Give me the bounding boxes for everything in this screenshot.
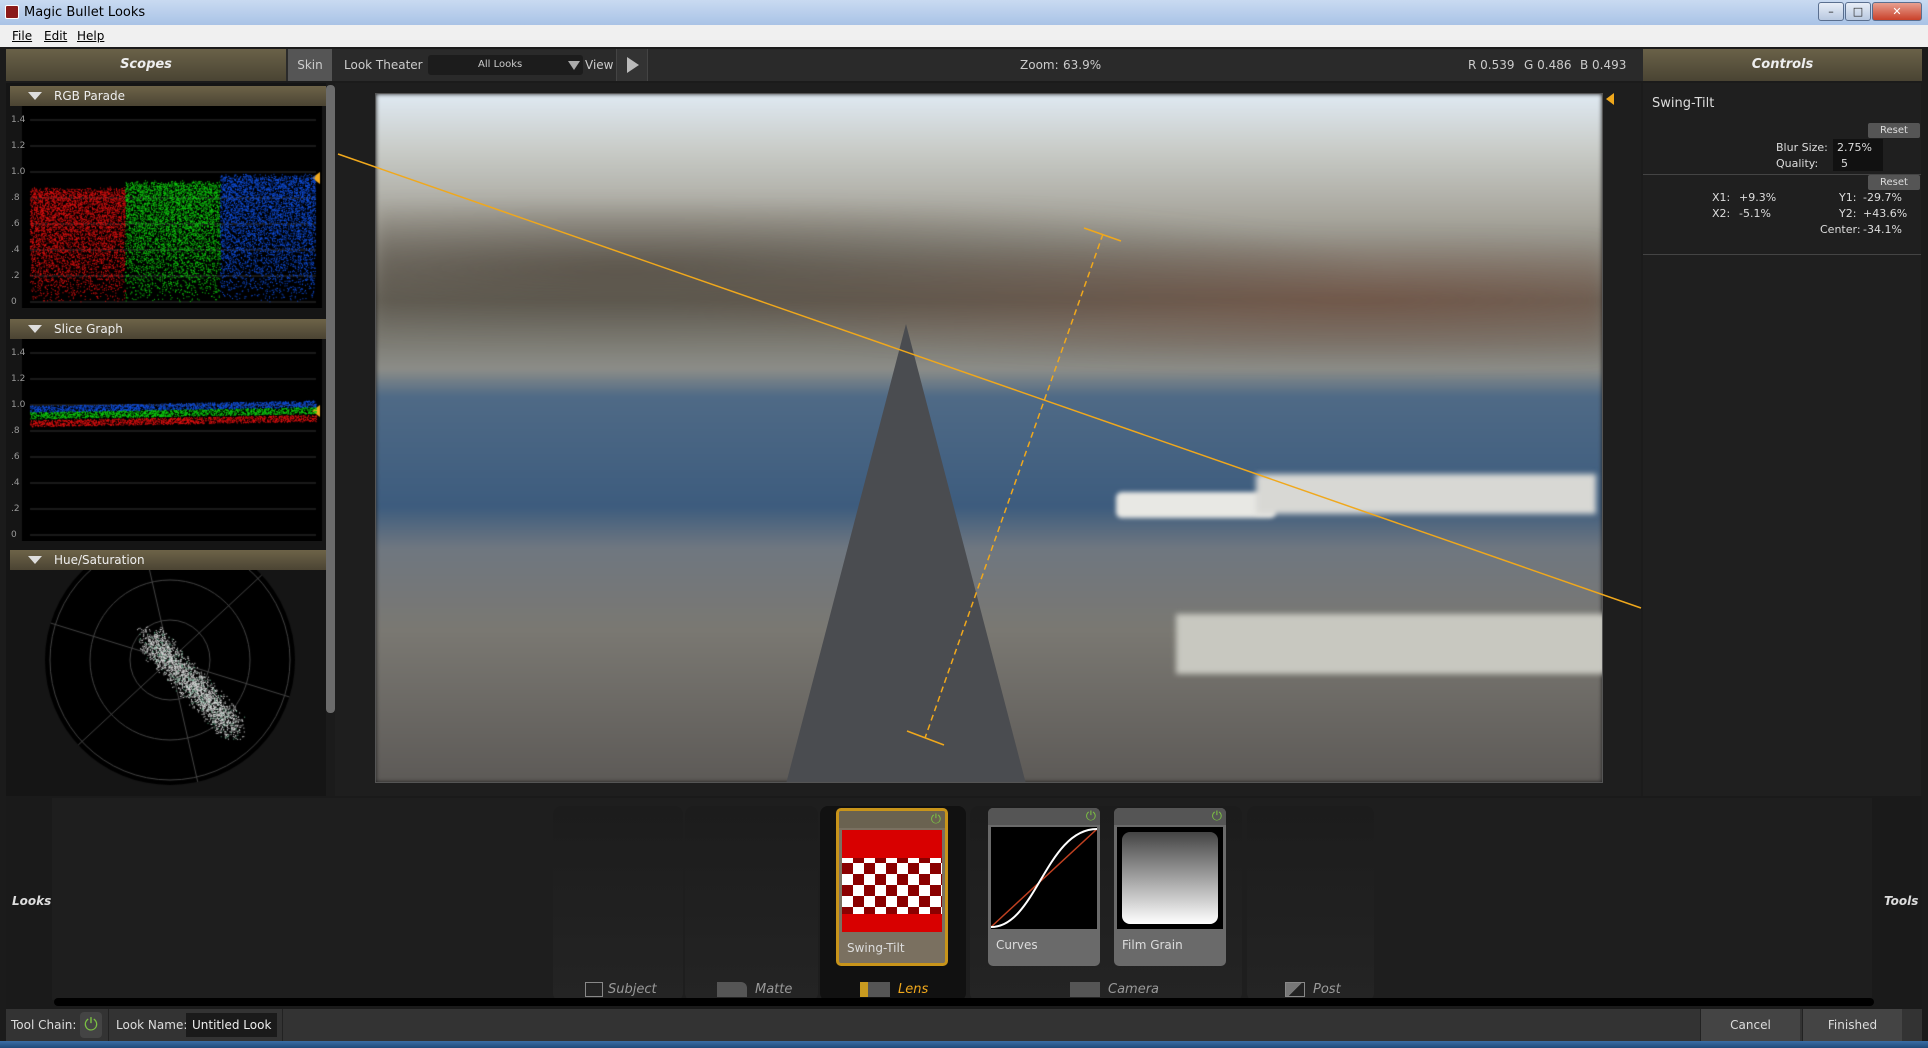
- camera-icon: [1070, 982, 1100, 997]
- column-subject-label: Subject: [585, 982, 657, 997]
- x1-value[interactable]: +9.3%: [1739, 191, 1776, 204]
- column-matte-label: Matte: [717, 982, 792, 997]
- os-taskbar: [0, 1041, 1928, 1048]
- column-subject[interactable]: Subject: [553, 806, 683, 1001]
- card-name: Film Grain: [1122, 938, 1183, 952]
- look-name-label: Look Name:: [116, 1018, 188, 1032]
- x2-value[interactable]: -5.1%: [1739, 207, 1771, 220]
- card-header: [839, 811, 945, 828]
- film-grain-thumbnail: [1117, 827, 1223, 929]
- subject-text: Subject: [608, 982, 657, 997]
- center-value[interactable]: -34.1%: [1863, 223, 1902, 236]
- tool-chain-area: Looks Tools Subject Matte Lens Camera Po…: [6, 796, 1922, 1009]
- lens-icon: [860, 982, 890, 997]
- tool-chain-label: Tool Chain:: [11, 1018, 77, 1032]
- x2-label: X2:: [1712, 207, 1731, 220]
- tilt-axis-line[interactable]: [924, 233, 1104, 739]
- post-text: Post: [1313, 982, 1341, 997]
- blur-size-label: Blur Size:: [1776, 141, 1828, 154]
- card-header: [988, 808, 1100, 825]
- quality-field[interactable]: 5: [1833, 155, 1883, 171]
- tilt-handle-bottom[interactable]: [906, 730, 945, 746]
- matte-text: Matte: [755, 982, 793, 997]
- reset-button-blur[interactable]: Reset: [1868, 123, 1920, 138]
- card-name: Curves: [996, 938, 1038, 952]
- card-header: [1114, 808, 1226, 825]
- tool-card-curves[interactable]: ⏻ Curves: [988, 808, 1100, 966]
- power-icon[interactable]: ⏻: [931, 812, 941, 827]
- camera-icon: [717, 982, 747, 997]
- looks-drawer-tab[interactable]: Looks: [12, 894, 51, 908]
- y2-label: Y2:: [1839, 207, 1857, 220]
- center-label: Center:: [1820, 223, 1861, 236]
- tilt-handle-top[interactable]: [1083, 227, 1122, 242]
- post-icon: [1285, 982, 1305, 997]
- column-lens-label: Lens: [860, 982, 928, 997]
- quality-label: Quality:: [1776, 157, 1819, 170]
- column-post-label: Post: [1285, 982, 1341, 997]
- viewer-marker-icon: [1606, 93, 1614, 105]
- tool-name: Swing-Tilt: [1652, 96, 1715, 111]
- tool-card-film-grain[interactable]: ⏻ Film Grain: [1114, 808, 1226, 966]
- y1-label: Y1:: [1839, 191, 1857, 204]
- controls-panel: Swing-Tilt Reset Blur Size: 2.75% Qualit…: [1643, 83, 1921, 796]
- look-name-field[interactable]: Untitled Look: [186, 1013, 278, 1037]
- tool-chain-scrollbar[interactable]: [54, 998, 1874, 1006]
- tool-card-swing-tilt[interactable]: ⏻ Swing-Tilt: [836, 808, 948, 966]
- blur-size-field[interactable]: 2.75%: [1833, 139, 1883, 155]
- column-matte[interactable]: Matte: [685, 806, 818, 1001]
- lens-text: Lens: [898, 982, 929, 997]
- cancel-button[interactable]: Cancel: [1700, 1009, 1800, 1041]
- curve-graph-icon: [990, 828, 1098, 928]
- y1-value[interactable]: -29.7%: [1863, 191, 1902, 204]
- power-icon[interactable]: ⏻: [80, 1012, 102, 1038]
- divider: [1643, 254, 1921, 255]
- tools-drawer-tab[interactable]: Tools: [1884, 894, 1918, 908]
- card-name: Swing-Tilt: [847, 941, 905, 955]
- curves-thumbnail: [990, 827, 1098, 929]
- reset-button-position[interactable]: Reset: [1868, 175, 1920, 190]
- finished-button[interactable]: Finished: [1802, 1009, 1902, 1041]
- column-camera-label: Camera: [1070, 982, 1159, 997]
- subject-icon: [585, 982, 603, 997]
- x1-label: X1:: [1712, 191, 1731, 204]
- camera-text: Camera: [1108, 982, 1160, 997]
- focus-line[interactable]: [337, 153, 1642, 609]
- swing-tilt-thumbnail: [842, 830, 942, 932]
- status-bar: Tool Chain: ⏻ Look Name: Untitled Look C…: [6, 1009, 1922, 1041]
- y2-value[interactable]: +43.6%: [1863, 207, 1907, 220]
- power-icon[interactable]: ⏻: [1086, 809, 1096, 824]
- column-post[interactable]: Post: [1247, 806, 1374, 1001]
- power-icon[interactable]: ⏻: [1212, 809, 1222, 824]
